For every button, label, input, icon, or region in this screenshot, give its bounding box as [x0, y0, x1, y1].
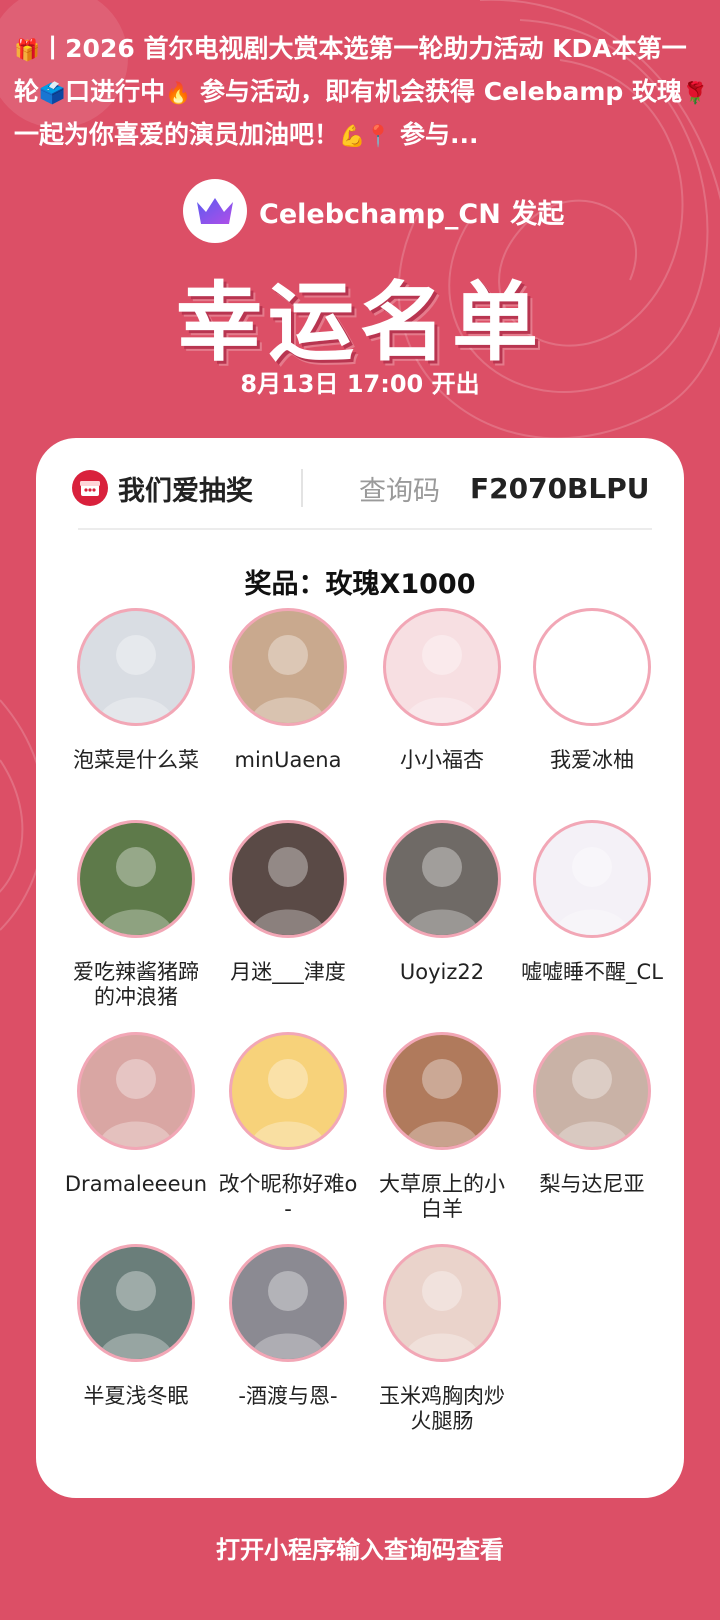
winner-avatar: [383, 608, 501, 726]
winner-avatar: [77, 608, 195, 726]
winner-nickname: Uoyiz22: [399, 960, 485, 984]
winner-nickname: 小小福杏: [400, 748, 484, 772]
winner-item[interactable]: -酒渡与恩-: [210, 1244, 366, 1409]
winner-item[interactable]: 改个昵称好难o-: [210, 1032, 366, 1222]
initiator-row: Celebchamp_CN 发起: [183, 178, 564, 244]
winner-item[interactable]: 泡菜是什么菜: [58, 608, 214, 773]
initiator-text: Celebchamp_CN 发起: [259, 198, 565, 230]
winner-item[interactable]: 大草原上的小白羊: [364, 1032, 520, 1222]
headline-text-3: 参与活动，即有机会获得 Celebamp 玫瑰: [191, 77, 682, 106]
winner-nickname: -酒渡与恩-: [238, 1384, 338, 1408]
winner-avatar: [383, 1244, 501, 1362]
winner-item[interactable]: 梨与达尼亚: [514, 1032, 670, 1197]
lottery-app-name: 我们爱抽奖: [118, 475, 253, 507]
winner-avatar: [229, 608, 347, 726]
header-divider: [301, 469, 303, 507]
ballot-box-icon: 🗳️: [39, 81, 66, 105]
winner-item[interactable]: 爱吃辣酱猪蹄的冲浪猪: [58, 820, 214, 1010]
winner-avatar: [229, 1032, 347, 1150]
winner-item[interactable]: 月迷___津度: [210, 820, 366, 985]
footer-instruction: 打开小程序输入查询码查看: [216, 1536, 504, 1564]
event-headline: 🎁丨2026 首尔电视剧大赏本选第一轮助力活动 KDA本第一轮🗳️口进行中🔥 参…: [14, 28, 710, 151]
winner-nickname: 泡菜是什么菜: [73, 748, 199, 772]
winner-avatar: [383, 1032, 501, 1150]
winner-nickname: 大草原上的小白羊: [379, 1172, 505, 1221]
fire-icon: 🔥: [165, 81, 192, 105]
flexed-arm-icon: 💪: [339, 124, 366, 148]
winner-nickname: 改个昵称好难o-: [218, 1172, 358, 1221]
winner-avatar: [533, 820, 651, 938]
winner-nickname: minUaena: [234, 748, 342, 772]
pin-icon: 📍: [365, 124, 392, 148]
query-code-value: F2070BLPU: [470, 471, 650, 505]
winner-nickname: 月迷___津度: [230, 960, 346, 984]
winner-item[interactable]: 小小福杏: [364, 608, 520, 773]
gift-icon: 🎁: [14, 38, 41, 62]
winner-item[interactable]: 玉米鸡胸肉炒火腿肠: [364, 1244, 520, 1434]
winner-nickname: 梨与达尼亚: [539, 1172, 645, 1196]
winner-nickname: 玉米鸡胸肉炒火腿肠: [379, 1384, 505, 1433]
winner-avatar: [533, 608, 651, 726]
rose-icon: 🌹: [682, 81, 709, 105]
winner-item[interactable]: Dramaleeeun: [58, 1032, 214, 1197]
winner-item[interactable]: Uoyiz22: [364, 820, 520, 985]
winner-avatar: [77, 1032, 195, 1150]
winner-list-card: 我们爱抽奖 查询码 F2070BLPU 奖品：玫瑰X1000 泡菜是什么菜 min…: [36, 438, 684, 1498]
winner-avatar: [533, 1032, 651, 1150]
query-code-label: 查询码: [359, 475, 440, 507]
winner-nickname: 我爱冰柚: [550, 748, 634, 772]
draw-time: 8月13日 17:00 开出: [240, 370, 480, 398]
card-divider: [78, 528, 652, 530]
winner-item[interactable]: 我爱冰柚: [514, 608, 670, 773]
winner-avatar: [383, 820, 501, 938]
winner-avatar: [77, 820, 195, 938]
winner-nickname: Dramaleeeun: [64, 1172, 208, 1196]
winner-nickname: 爱吃辣酱猪蹄的冲浪猪: [73, 960, 199, 1009]
lucky-list-title: 幸运名单: [176, 273, 544, 373]
headline-text-2: 口进行中: [65, 77, 166, 106]
winner-avatar: [229, 1244, 347, 1362]
headline-text-4: 一起为你喜爱的演员加油吧！: [14, 120, 340, 149]
winner-nickname: 半夏浅冬眠: [83, 1384, 189, 1408]
winner-item[interactable]: 半夏浅冬眠: [58, 1244, 214, 1409]
winner-nickname: 嘘嘘睡不醒_CL: [521, 960, 663, 984]
celebchamp-crown-logo-icon: [183, 179, 247, 243]
card-header: 我们爱抽奖 查询码 F2070BLPU: [72, 460, 672, 516]
winner-avatar: [77, 1244, 195, 1362]
headline-text-5: 参与...: [391, 120, 479, 149]
winner-item[interactable]: minUaena: [210, 608, 366, 773]
winner-item[interactable]: 嘘嘘睡不醒_CL: [514, 820, 670, 985]
prize-label: 奖品：玫瑰X1000: [244, 569, 476, 600]
winner-avatar: [229, 820, 347, 938]
lottery-app-icon: [72, 470, 108, 506]
